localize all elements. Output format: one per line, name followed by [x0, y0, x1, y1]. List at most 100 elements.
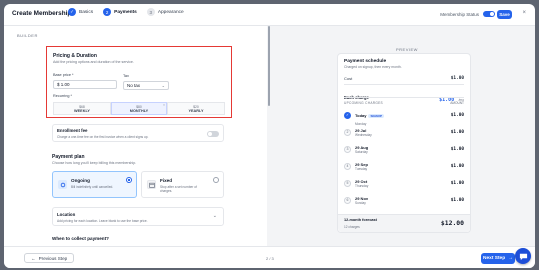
- infinity-icon: [58, 180, 67, 189]
- page-title: Create Membership: [12, 10, 72, 17]
- step-appearance[interactable]: 3 Appearance: [146, 8, 184, 16]
- status-toggle[interactable]: [483, 11, 495, 17]
- forecast-sub: 12 charges: [344, 225, 360, 229]
- payment-number: 4: [344, 162, 351, 170]
- when-collect-title: When to collect payment?: [52, 236, 109, 241]
- builder-label: BUILDER: [17, 33, 38, 38]
- payment-schedule-card: Payment schedule Charged on signup, then…: [337, 53, 471, 233]
- cost-row: Cost $1.00: [344, 76, 464, 81]
- previous-step-label: Previous Step: [38, 255, 68, 261]
- payment-date: 29 Sep: [355, 161, 368, 167]
- chat-icon[interactable]: [515, 248, 531, 264]
- divider: [344, 84, 464, 85]
- upcoming-amount-header: AMOUNT: [450, 101, 464, 105]
- payment-amount: $1.00: [450, 112, 464, 118]
- enrollment-toggle[interactable]: [207, 131, 219, 137]
- chevron-down-icon[interactable]: ⌄: [213, 213, 217, 219]
- close-icon[interactable]: ×: [163, 103, 165, 107]
- step-label: Appearance: [157, 9, 184, 15]
- enrollment-title: Enrollment fee: [57, 128, 88, 133]
- step-label: Basics: [79, 9, 94, 15]
- preview-panel: PREVIEW Payment schedule Charged on sign…: [271, 26, 535, 246]
- fixed-subtitle: Stop after a set number of charges.: [160, 185, 197, 193]
- payment-amount: $1.00: [450, 180, 464, 186]
- divider: [344, 97, 464, 98]
- option-name: YEARLY: [188, 108, 204, 113]
- payment-date-block: 29 Jul Wednesday: [355, 128, 372, 137]
- schedule-subtitle: Charged on signup, then every month.: [344, 65, 402, 69]
- payment-row: 2 29 Jul Wednesday $1.00: [344, 126, 464, 138]
- step-number: 2: [103, 8, 112, 16]
- next-step-label: Next Step: [483, 256, 506, 261]
- enrollment-subtitle: Charge a one-time fee on the first invoi…: [57, 135, 149, 139]
- enrollment-fee-card: Enrollment fee Charge a one-time fee on …: [52, 124, 224, 142]
- option-monthly[interactable]: × $80 MONTHLY: [111, 102, 167, 115]
- tax-select[interactable]: No tax ⌄: [123, 81, 169, 90]
- step-basics[interactable]: ✓ Basics: [68, 8, 93, 16]
- payment-day: Wednesday: [355, 132, 372, 137]
- forecast-value: $12.00: [440, 219, 464, 227]
- payment-amount: $1.00: [450, 129, 464, 135]
- payment-amount: $1.00: [450, 163, 464, 169]
- preview-label: PREVIEW: [396, 47, 418, 52]
- plan-ongoing-card[interactable]: Ongoing Bill indefinitely until cancelle…: [52, 171, 137, 198]
- chevron-down-icon: ⌄: [161, 83, 165, 88]
- cost-label: Cost: [344, 76, 353, 81]
- payment-number: 5: [344, 179, 351, 187]
- calendar-icon: [147, 180, 156, 189]
- membership-window: Create Membership ✓ Basics 2 Payments 3 …: [4, 4, 535, 268]
- next-step-button[interactable]: Next Step →: [481, 253, 515, 264]
- payment-day: Thursday: [355, 183, 369, 188]
- payment-day: Saturday: [355, 149, 368, 154]
- previous-step-button[interactable]: ← Previous Step: [24, 253, 75, 263]
- pricing-title: Pricing & Duration: [53, 53, 97, 59]
- save-button[interactable]: Save: [497, 10, 512, 19]
- base-price-input[interactable]: $ 1.00: [53, 80, 117, 89]
- membership-status: Membership Status: [440, 11, 495, 17]
- payment-date: 29 Oct: [355, 178, 368, 184]
- payment-date-block: 29 Oct Thursday: [355, 179, 368, 188]
- step-number: 3: [146, 8, 155, 16]
- plan-fixed-card[interactable]: Fixed Stop after a set number of charges…: [141, 171, 224, 198]
- schedule-title: Payment schedule: [344, 59, 387, 64]
- status-label: Membership Status: [440, 11, 479, 17]
- payment-amount: $1.00: [450, 146, 464, 152]
- payment-date: 29 Aug: [355, 144, 369, 150]
- payment-plan-title: Payment plan: [52, 154, 85, 160]
- option-yearly[interactable]: $20 YEARLY: [167, 102, 225, 115]
- payment-date-block: 29 Sep Tuesday: [355, 162, 368, 171]
- payment-day: Tuesday: [355, 166, 368, 171]
- forecast-footer: 12-month forecast 12 charges $12.00: [338, 214, 470, 232]
- fixed-radio[interactable]: [213, 177, 219, 183]
- bottom-bar: ← Previous Step 2 / 3 Next Step →: [4, 246, 535, 268]
- option-name: WEEKLY: [74, 108, 90, 113]
- fixed-title: Fixed: [160, 178, 172, 183]
- cost-value: $1.00: [450, 76, 464, 81]
- arrow-left-icon: ←: [31, 255, 36, 261]
- payment-day: Sunday: [355, 200, 366, 205]
- location-title: Location: [57, 212, 76, 217]
- payment-plan-subtitle: Choose how long you'll keep billing this…: [52, 161, 137, 165]
- payment-number: 2: [344, 128, 351, 136]
- scrollbar-thumb[interactable]: [268, 26, 270, 106]
- stepper: ✓ Basics 2 Payments 3 Appearance: [68, 8, 194, 16]
- step-payments[interactable]: 2 Payments: [103, 8, 137, 16]
- check-icon: ✓: [344, 111, 351, 119]
- ongoing-title: Ongoing: [71, 178, 90, 183]
- payment-row: ✓ Today SIGNUP Monday $1.00: [344, 109, 464, 126]
- forecast-label: 12-month forecast: [344, 218, 377, 222]
- tax-value: No tax: [127, 83, 141, 88]
- close-icon[interactable]: ×: [522, 10, 526, 16]
- signup-badge: SIGNUP: [368, 114, 384, 118]
- payment-number: 3: [344, 145, 351, 153]
- step-label: Payments: [114, 9, 137, 15]
- recurring-label: Recurring *: [53, 94, 72, 98]
- payment-amount: $1.00: [450, 197, 464, 203]
- option-weekly[interactable]: $68 WEEKLY: [53, 102, 111, 115]
- ongoing-radio[interactable]: [126, 177, 132, 183]
- payment-date-block: 29 Aug Saturday: [355, 145, 368, 154]
- payment-date-block: 29 Nov Sunday: [355, 196, 368, 205]
- location-card[interactable]: Location Add pricing for each location. …: [52, 207, 224, 226]
- payment-row: 6 29 Nov Sunday $1.00: [344, 194, 464, 206]
- payment-row: 5 29 Oct Thursday $1.00: [344, 177, 464, 189]
